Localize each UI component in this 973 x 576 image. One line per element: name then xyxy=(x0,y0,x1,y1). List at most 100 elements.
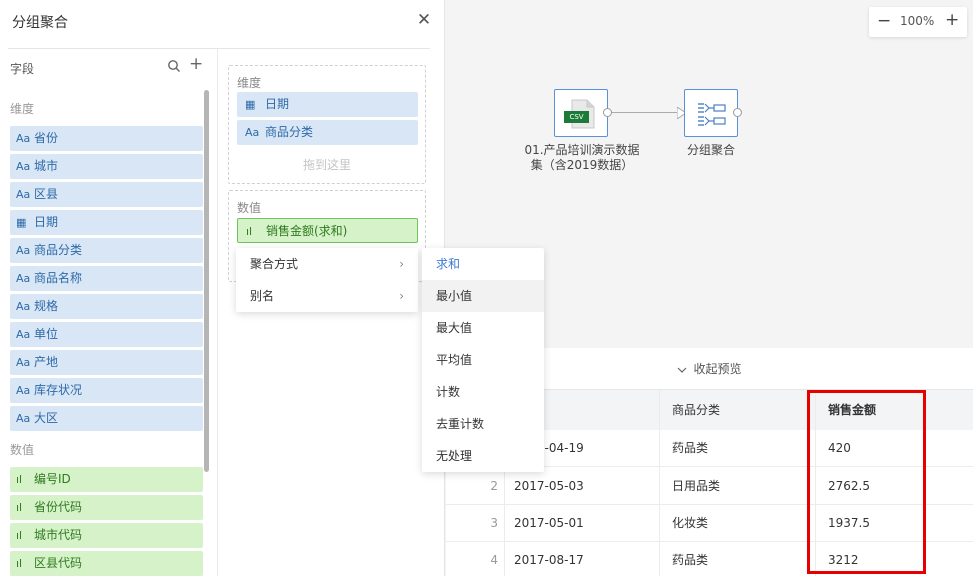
collapse-label: 收起预览 xyxy=(693,362,742,376)
field-label: 城市代码 xyxy=(34,528,83,542)
field-label: 产地 xyxy=(34,355,59,369)
field-label: 区县 xyxy=(34,187,59,201)
text-type-icon: Aa xyxy=(16,328,31,341)
field-label: 商品名称 xyxy=(34,271,83,285)
field-label: 日期 xyxy=(34,215,59,229)
cell-category: 药品类 xyxy=(672,553,709,567)
flow-edge xyxy=(609,112,683,113)
column-header-category[interactable]: 商品分类 xyxy=(672,390,720,430)
submenu-item-sum[interactable]: 求和 xyxy=(422,248,544,280)
close-icon[interactable]: ✕ xyxy=(416,11,432,29)
zoom-in-button[interactable]: + xyxy=(945,10,959,30)
chip-label: 商品分类 xyxy=(265,125,314,139)
field-item-product-name[interactable]: Aa 商品名称 xyxy=(10,266,203,291)
field-item-district-code[interactable]: ıl 区县代码 xyxy=(10,551,203,576)
csv-caption-line2: 集（含2019数据） xyxy=(530,158,634,172)
value-context-menu: 聚合方式 › 别名 › xyxy=(236,248,418,312)
menu-item-aggregation[interactable]: 聚合方式 › xyxy=(236,248,418,280)
group-node-caption: 分组聚合 xyxy=(686,143,735,157)
menu-item-alias[interactable]: 别名 › xyxy=(236,280,418,312)
bar-chart-icon: ıl xyxy=(246,225,253,238)
field-item-region[interactable]: Aa 大区 xyxy=(10,406,203,431)
field-label: 单位 xyxy=(34,327,59,341)
csv-output-port[interactable] xyxy=(603,108,612,117)
text-type-icon: Aa xyxy=(16,412,31,425)
field-label: 商品分类 xyxy=(34,243,83,257)
text-type-icon: Aa xyxy=(16,132,31,145)
group-output-port[interactable] xyxy=(733,108,742,117)
text-type-icon: Aa xyxy=(245,126,260,139)
sales-amount-highlight-box xyxy=(807,390,926,574)
dimension-chip-category[interactable]: Aa 商品分类 xyxy=(237,120,418,145)
field-item-province-code[interactable]: ıl 省份代码 xyxy=(10,495,203,520)
add-icon[interactable]: + xyxy=(189,54,203,74)
cell-date: 2017-05-01 xyxy=(514,516,584,530)
field-item-city[interactable]: Aa 城市 xyxy=(10,154,203,179)
text-type-icon: Aa xyxy=(16,384,31,397)
row-index: 4 xyxy=(490,553,498,567)
cell-category: 化妆类 xyxy=(672,516,709,530)
column-divider xyxy=(659,390,660,576)
cell-date: 2017-08-17 xyxy=(514,553,584,567)
dimension-drop-zone[interactable]: 维度 ▦ 日期 Aa 商品分类 拖到这里 xyxy=(228,65,426,184)
text-type-icon: Aa xyxy=(16,300,31,313)
field-label: 编号ID xyxy=(34,472,71,486)
field-label: 区县代码 xyxy=(34,556,83,570)
drop-hint: 拖到这里 xyxy=(302,158,351,172)
field-item-unit[interactable]: Aa 单位 xyxy=(10,322,203,347)
value-box-label: 数值 xyxy=(237,201,262,215)
field-list-scrollbar[interactable] xyxy=(204,90,209,472)
submenu-item-none[interactable]: 无处理 xyxy=(422,440,544,472)
zoom-level: 100% xyxy=(900,14,935,28)
field-item-id[interactable]: ıl 编号ID xyxy=(10,467,203,492)
text-type-icon: Aa xyxy=(16,188,31,201)
field-item-city-code[interactable]: ıl 城市代码 xyxy=(10,523,203,548)
field-item-spec[interactable]: Aa 规格 xyxy=(10,294,203,319)
field-item-date[interactable]: ▦ 日期 xyxy=(10,210,203,235)
bar-chart-icon: ıl xyxy=(16,557,23,570)
panel-title: 分组聚合 xyxy=(12,15,68,31)
field-label: 省份代码 xyxy=(34,500,83,514)
cell-category: 日用品类 xyxy=(672,479,721,493)
row-index: 2 xyxy=(490,479,498,493)
menu-item-label: 别名 xyxy=(250,289,275,303)
field-item-district[interactable]: Aa 区县 xyxy=(10,182,203,207)
submenu-item-count[interactable]: 计数 xyxy=(422,376,544,408)
aggregation-submenu: 求和 最小值 最大值 平均值 计数 去重计数 无处理 xyxy=(422,248,544,472)
search-icon[interactable] xyxy=(167,59,181,73)
field-list: 字段 + 维度 Aa 省份 Aa 城市 Aa 区县 ▦ 日期 Aa 商品分类 Aa 商品名称… xyxy=(0,49,218,576)
submenu-item-avg[interactable]: 平均值 xyxy=(422,344,544,376)
text-type-icon: Aa xyxy=(16,244,31,257)
panel-header: 分组聚合 ✕ xyxy=(0,0,445,44)
chevron-down-icon xyxy=(678,367,687,373)
value-chip-sales-amount[interactable]: ıl 销售金额(求和) xyxy=(237,218,418,243)
field-label: 库存状况 xyxy=(34,383,83,397)
field-item-origin[interactable]: Aa 产地 xyxy=(10,350,203,375)
chevron-right-icon: › xyxy=(399,257,404,271)
zoom-control: − 100% + xyxy=(869,7,967,37)
dimension-box-label: 维度 xyxy=(237,76,262,90)
dimension-chip-date[interactable]: ▦ 日期 xyxy=(237,92,418,117)
fields-label: 字段 xyxy=(10,62,35,76)
field-label: 规格 xyxy=(34,299,59,313)
zoom-out-button[interactable]: − xyxy=(877,11,891,31)
chip-label: 销售金额(求和) xyxy=(266,224,348,238)
cell-category: 药品类 xyxy=(672,441,709,455)
csv-caption-line1: 01.产品培训演示数据 xyxy=(524,143,640,157)
submenu-item-min[interactable]: 最小值 xyxy=(422,280,544,312)
dimension-group-label: 维度 xyxy=(10,102,35,116)
field-item-stock-status[interactable]: Aa 库存状况 xyxy=(10,378,203,403)
calendar-icon: ▦ xyxy=(245,98,256,111)
text-type-icon: Aa xyxy=(16,160,31,173)
csv-badge: CSV xyxy=(564,111,589,123)
csv-node-caption: 01.产品培训演示数据 集（含2019数据） xyxy=(520,143,644,173)
group-aggregate-node[interactable] xyxy=(684,89,738,137)
measure-group-label: 数值 xyxy=(10,443,35,457)
submenu-item-distinct-count[interactable]: 去重计数 xyxy=(422,408,544,440)
field-item-category[interactable]: Aa 商品分类 xyxy=(10,238,203,263)
csv-source-node[interactable]: CSV xyxy=(554,89,608,137)
bar-chart-icon: ıl xyxy=(16,529,23,542)
submenu-item-max[interactable]: 最大值 xyxy=(422,312,544,344)
field-item-province[interactable]: Aa 省份 xyxy=(10,126,203,151)
text-type-icon: Aa xyxy=(16,356,31,369)
